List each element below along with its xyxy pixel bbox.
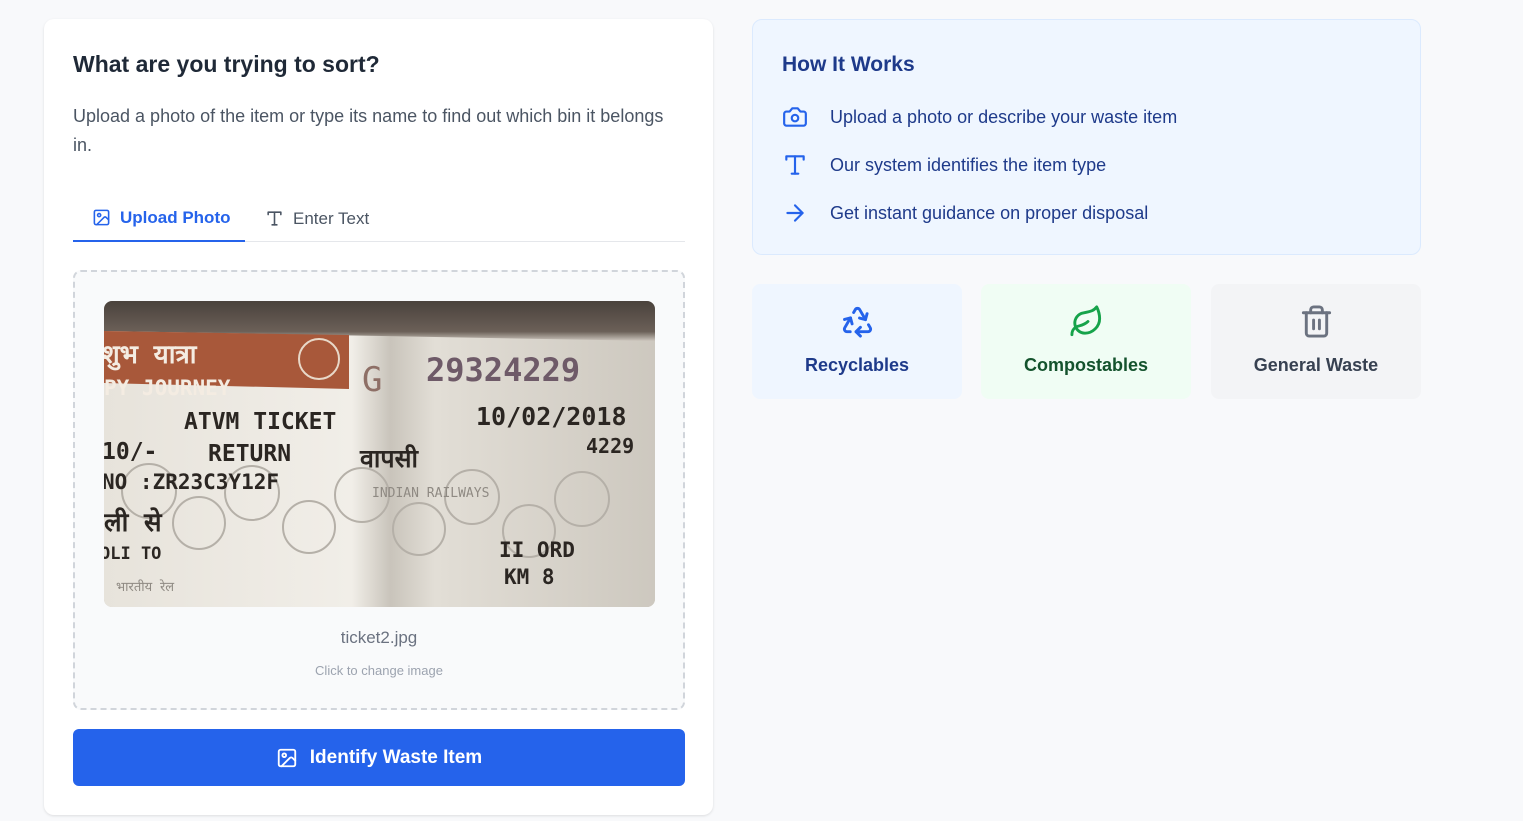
text-icon: [267, 211, 282, 226]
photo-code: 4229: [586, 434, 634, 458]
image-icon: [93, 209, 110, 226]
uploaded-file-name: ticket2.jpg: [340, 628, 418, 647]
step-guidance-text: Get instant guidance on proper disposal: [830, 202, 1149, 223]
uploaded-photo-preview[interactable]: शुभ यात्रा PY JOURNEY G 29324229 ATVM TI…: [104, 301, 655, 607]
step-guidance: Get instant guidance on proper disposal: [782, 199, 1148, 227]
photo-series: G: [362, 360, 382, 400]
ticket-photo: शुभ यात्रा PY JOURNEY G 29324229 ATVM TI…: [104, 301, 655, 607]
photo-journey: RETURN: [208, 441, 291, 467]
tab-enter-text-label: Enter Text: [293, 208, 370, 228]
photo-journey-hindi: वापसी: [359, 444, 419, 473]
photo-hindi-greeting: शुभ यात्रा: [104, 340, 198, 371]
step-identify: Our system identifies the item type: [782, 151, 1106, 179]
photo-ticket-no: NO :ZR23C3Y12F: [104, 470, 279, 494]
bin-general-waste[interactable]: General Waste: [1211, 284, 1421, 399]
tab-upload-photo-label: Upload Photo: [120, 207, 231, 227]
identify-waste-button[interactable]: Identify Waste Item: [73, 729, 685, 786]
photo-class: II ORD: [499, 538, 575, 562]
photo-railways: INDIAN RAILWAYS: [372, 486, 489, 501]
photo-fare: 10/-: [104, 439, 157, 465]
photo-number: 29324229: [426, 351, 580, 389]
sort-card-description: Upload a photo of the item or type its n…: [73, 106, 664, 155]
upload-dropzone[interactable]: शुभ यात्रा PY JOURNEY G 29324229 ATVM TI…: [73, 270, 685, 710]
input-mode-tabs: Upload Photo Enter Text: [73, 195, 685, 242]
tab-upload-photo[interactable]: Upload Photo: [73, 195, 245, 242]
bin-recyclables[interactable]: Recyclables: [752, 284, 962, 399]
image-icon: [277, 748, 296, 767]
how-it-works-title: How It Works: [782, 53, 915, 76]
bin-general-waste-label: General Waste: [1253, 355, 1379, 375]
bin-compostables[interactable]: Compostables: [981, 284, 1191, 399]
trash-icon: [1301, 305, 1332, 338]
how-it-works-panel: How It Works Upload a photo or describe …: [752, 19, 1421, 255]
photo-ticket-type: ATVM TICKET: [184, 409, 336, 435]
sort-card-title: What are you trying to sort?: [73, 51, 380, 77]
photo-watermark: भारतीय रेल: [116, 579, 174, 595]
photo-from: OLI TO: [104, 544, 161, 564]
sort-card: What are you trying to sort? Upload a ph…: [44, 19, 713, 815]
arrow-right-icon: [786, 204, 804, 222]
step-upload: Upload a photo or describe your waste it…: [782, 103, 1177, 131]
camera-icon: [783, 107, 807, 127]
tab-enter-text[interactable]: Enter Text: [263, 195, 369, 242]
recycle-icon: [842, 306, 873, 338]
bin-recyclables-label: Recyclables: [804, 355, 910, 375]
identify-waste-button-label: Identify Waste Item: [309, 746, 483, 768]
step-identify-text: Our system identifies the item type: [830, 154, 1107, 175]
photo-from-hindi: ली से: [104, 507, 163, 538]
bin-compostables-label: Compostables: [1023, 355, 1149, 375]
step-upload-text: Upload a photo or describe your waste it…: [830, 106, 1178, 127]
leaf-icon: [1070, 305, 1102, 337]
change-image-hint: Click to change image: [315, 663, 443, 678]
photo-greeting: PY JOURNEY: [104, 376, 231, 400]
text-icon: [785, 155, 805, 175]
photo-date: 10/02/2018: [476, 402, 627, 431]
photo-km: KM 8: [504, 565, 555, 589]
